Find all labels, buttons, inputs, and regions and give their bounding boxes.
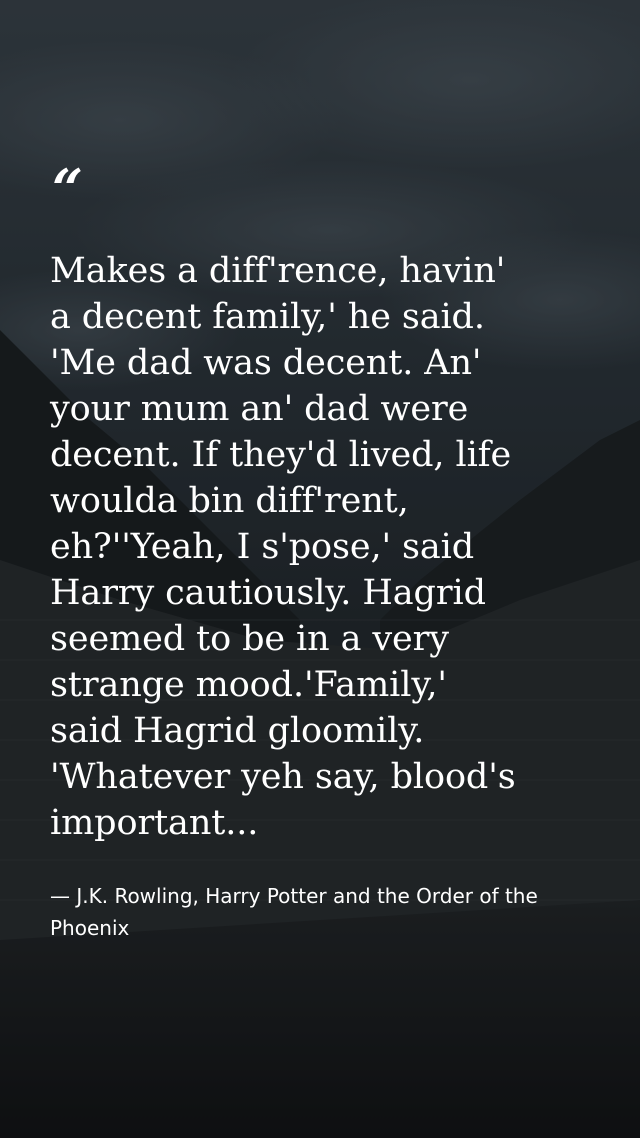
quote-text: Makes a diff'rence, havin' a decent fami… — [50, 251, 516, 843]
quote-attribution: — J.K. Rowling, Harry Potter and the Ord… — [50, 884, 538, 940]
quote-mark-icon: “ — [52, 157, 84, 221]
